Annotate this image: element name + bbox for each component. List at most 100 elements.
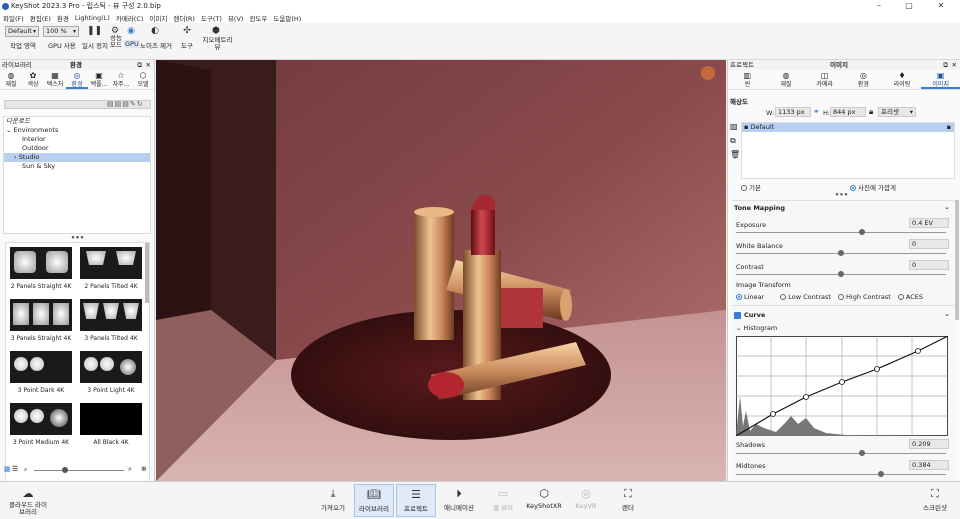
shadows-slider[interactable]	[736, 450, 946, 456]
contrast-slider[interactable]	[736, 271, 946, 277]
tab-environment[interactable]: ◎ 환경	[844, 70, 883, 89]
preset-select[interactable]: 프리셋 ▾	[878, 107, 916, 117]
tab-color[interactable]: ✿ 색상	[22, 70, 44, 89]
slider-knob[interactable]	[859, 450, 865, 456]
transform-low-contrast-radio[interactable]: Low Contrast	[780, 293, 831, 301]
import-button[interactable]: ⤓ 가져오기	[314, 484, 352, 517]
more-dots[interactable]: •••	[0, 234, 155, 242]
tab-camera[interactable]: ◫ 카메라	[805, 70, 844, 89]
close-icon[interactable]: ✕	[146, 60, 151, 70]
transform-high-contrast-radio[interactable]: High Contrast	[838, 293, 891, 301]
minimize-button[interactable]: –	[864, 0, 894, 12]
tab-material[interactable]: ◍ 재질	[767, 70, 806, 89]
tree-item-sun-sky[interactable]: Sun & Sky	[4, 162, 150, 171]
menu-help[interactable]: 도움말(H)	[273, 13, 301, 23]
slider-knob[interactable]	[838, 271, 844, 277]
pause-button[interactable]: 일시 정지	[82, 40, 108, 50]
tree-item-interior[interactable]: Interior	[4, 135, 150, 144]
white-balance-slider[interactable]	[736, 250, 946, 256]
thumbnail-item[interactable]: 3 Panels Straight 4K	[10, 299, 72, 349]
menu-tools[interactable]: 도구(T)	[201, 13, 222, 23]
tab-image[interactable]: ▣ 이미지	[921, 70, 960, 89]
render-viewport[interactable]	[156, 60, 726, 481]
thumbnail-item[interactable]: 2 Panels Straight 4K	[10, 247, 72, 297]
thumbnail-item[interactable]: 2 Panels Tilted 4K	[80, 247, 142, 297]
geometry-view-button[interactable]: 지오메트리 뷰	[200, 37, 235, 51]
maximize-button[interactable]: ▢	[894, 0, 924, 12]
animation-button[interactable]: ⏵ 애니메이션	[440, 484, 478, 517]
gpu-button[interactable]: GPU	[124, 40, 140, 48]
settings-scrollbar[interactable]	[955, 200, 959, 320]
slider-knob[interactable]	[877, 471, 884, 477]
menu-edit[interactable]: 편집(E)	[30, 13, 51, 23]
chevron-down-icon[interactable]: ⌄	[944, 203, 950, 211]
menu-render[interactable]: 렌더(R)	[173, 13, 195, 23]
cloud-library-button[interactable]: ☁ 클라우드 라이브러리	[8, 484, 48, 517]
histogram-toggle[interactable]: ⌄ Histogram	[736, 324, 777, 332]
project-button[interactable]: ☰ 프로젝트	[396, 484, 436, 517]
menu-camera[interactable]: 카메라(C)	[116, 13, 144, 23]
menu-environment[interactable]: 환경	[57, 13, 69, 23]
tree-item-outdoor[interactable]: Outdoor	[4, 144, 150, 153]
thumbnail-scrollbar[interactable]	[145, 243, 149, 303]
chevron-down-icon[interactable]: ⌄	[944, 310, 950, 318]
link-icon[interactable]: ⚭	[813, 107, 820, 116]
menu-window[interactable]: 윈도우	[249, 13, 267, 23]
library-toolbar-icons[interactable]: ▤▤▤✎↻	[107, 100, 144, 108]
tab-texture[interactable]: ▦ 텍스처	[44, 70, 66, 89]
transform-aces-radio[interactable]: ACES	[897, 293, 923, 301]
keyvr-button[interactable]: ◎ KeyVR	[568, 484, 604, 517]
midtones-input[interactable]: 0.384	[909, 460, 949, 470]
zoom-select[interactable]: 100 % ▾	[43, 26, 79, 37]
performance-mode-button[interactable]: 성능 모드	[110, 35, 122, 49]
menu-view[interactable]: 뷰(V)	[228, 13, 244, 23]
tab-lighting[interactable]: ♦ 라이팅	[883, 70, 922, 89]
web-viewer-button[interactable]: ▭ 웹 뷰어	[484, 484, 522, 517]
midtones-slider[interactable]	[736, 471, 946, 477]
more-dots[interactable]: •••	[728, 191, 955, 199]
library-button[interactable]: 📖︎ 라이브러리	[354, 484, 394, 517]
tools-button[interactable]: 도구	[181, 40, 193, 50]
menu-image[interactable]: 이미지	[149, 13, 167, 23]
keyshotxr-button[interactable]: ⬡ KeyShotXR	[524, 484, 564, 517]
render-button[interactable]: ⛶ 렌더	[610, 484, 646, 517]
menu-file[interactable]: 파일(F)	[3, 13, 24, 23]
tree-item-studio[interactable]: › Studio	[4, 153, 150, 162]
thumbnail-item[interactable]: 3 Point Light 4K	[80, 351, 142, 401]
tab-scene[interactable]: ▥ 씬	[728, 70, 767, 89]
width-input[interactable]: 1133 px	[775, 107, 811, 117]
tab-material[interactable]: ◍ 재질	[0, 70, 22, 89]
screenshot-button[interactable]: ⛶ 스크린샷	[918, 484, 952, 517]
slider-knob[interactable]	[859, 229, 865, 235]
grid-view-icon[interactable]: ▦	[4, 465, 11, 473]
delete-icon[interactable]: 🗑︎	[730, 150, 740, 159]
zoom-out-icon[interactable]: ⌕	[24, 466, 27, 474]
pause-icon[interactable]: ❚❚	[87, 26, 102, 36]
tab-model[interactable]: ⬡ 모델	[132, 70, 154, 89]
add-icon[interactable]: ⊕	[141, 465, 147, 473]
transform-linear-radio[interactable]: Linear	[736, 293, 764, 301]
gpu-icon[interactable]: ◉	[124, 26, 138, 36]
workspace-button[interactable]: 작업 영역	[10, 40, 36, 50]
lock-icon[interactable]: 🔒︎	[869, 107, 873, 117]
close-button[interactable]: ✕	[926, 0, 956, 12]
workspace-select[interactable]: Default ▾	[5, 26, 39, 37]
thumbnail-item[interactable]: 3 Point Medium 4K	[10, 403, 72, 453]
exposure-input[interactable]: 0.4 EV	[909, 218, 949, 228]
undock-icon[interactable]: ⧉	[137, 60, 142, 70]
tree-item-environments[interactable]: ⌄ Environments	[4, 126, 150, 135]
use-gpu-button[interactable]: GPU 사용	[48, 40, 76, 50]
tab-backplate[interactable]: ▣ 백플...	[88, 70, 110, 89]
menu-lighting[interactable]: Lighting(L)	[75, 14, 110, 22]
thumbnail-item[interactable]: 3 Point Dark 4K	[10, 351, 72, 401]
tree-item-downloads[interactable]: 다운로드	[4, 117, 150, 126]
thumbnail-size-slider[interactable]	[34, 467, 124, 473]
curve-checkbox[interactable]: Curve	[734, 311, 765, 319]
denoise-icon[interactable]: ◐	[148, 26, 162, 36]
list-view-icon[interactable]: ☰	[12, 465, 18, 473]
thumbnail-item[interactable]: 3 Panels Tilted 4K	[80, 299, 142, 349]
zoom-in-icon[interactable]: ⌕	[128, 465, 132, 474]
tab-favorites[interactable]: ☆ 자주...	[110, 70, 132, 89]
tools-icon[interactable]: ✣	[180, 26, 194, 36]
geometry-view-icon[interactable]: ⬢	[209, 26, 223, 36]
